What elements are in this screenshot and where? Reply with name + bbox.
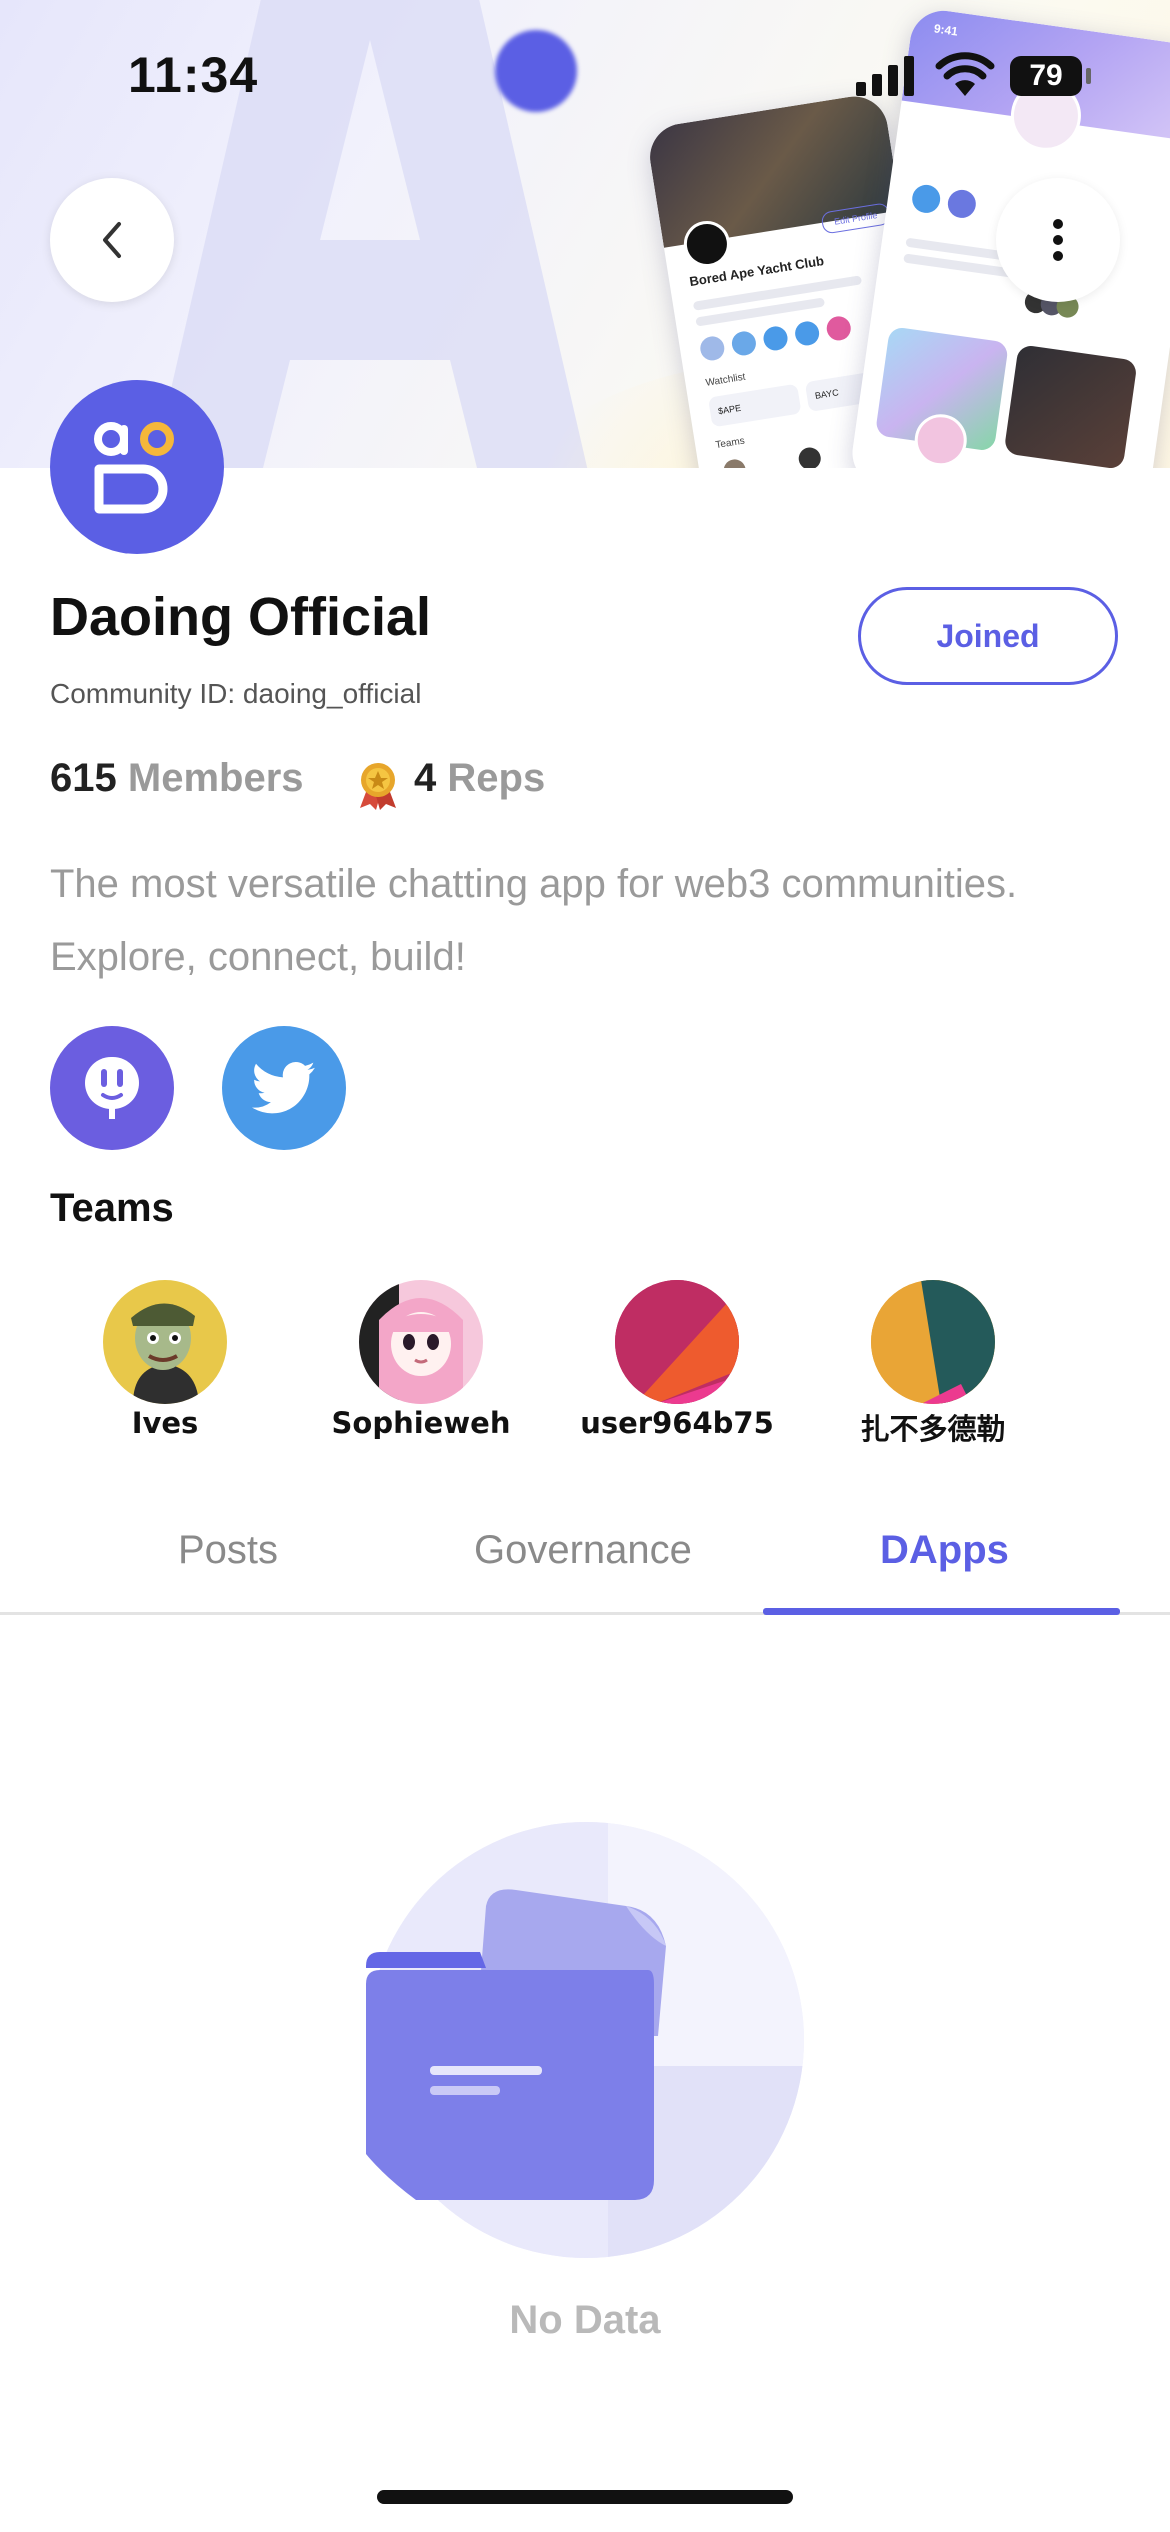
- mockup-teams: Teams: [714, 435, 746, 452]
- avatar: [615, 1280, 739, 1404]
- members-stat[interactable]: 615 Members: [50, 756, 304, 801]
- tab-governance[interactable]: Governance: [474, 1528, 692, 1573]
- folder-icon: [366, 1889, 666, 2200]
- mockup-coin: $APE: [707, 383, 802, 428]
- cellular-signal-icon: [856, 56, 914, 96]
- battery-tip: [1086, 68, 1091, 84]
- team-member[interactable]: Ives: [65, 1280, 265, 1440]
- voice-chat-button[interactable]: [50, 1026, 174, 1150]
- wifi-icon: [935, 52, 995, 96]
- status-time: 11:34: [128, 47, 259, 103]
- member-name: Sophieweh: [331, 1406, 511, 1440]
- member-name: user964b75: [580, 1406, 774, 1440]
- reps-count: 4: [414, 756, 437, 800]
- members-label: Members: [127, 756, 304, 800]
- community-id: Community ID: daoing_official: [50, 678, 422, 709]
- no-data-text: No Data: [509, 2298, 661, 2342]
- chevron-left-icon: [103, 222, 121, 258]
- banner-dot: [495, 30, 577, 112]
- member-name: Ives: [131, 1406, 199, 1440]
- team-member[interactable]: 扎不多德勒: [833, 1280, 1033, 1448]
- twitter-icon: [252, 1062, 315, 1114]
- home-indicator[interactable]: [377, 2490, 793, 2504]
- team-member[interactable]: user964b75: [577, 1280, 777, 1440]
- reps-label: Reps: [447, 756, 546, 800]
- active-tab-indicator: [763, 1608, 1120, 1615]
- tab-dapps[interactable]: DApps: [880, 1528, 1009, 1573]
- teams-title: Teams: [50, 1186, 174, 1230]
- microphone-icon: [85, 1057, 139, 1119]
- avatar: [871, 1280, 995, 1404]
- community-avatar: [50, 380, 224, 554]
- reputation-medal-icon: [360, 763, 396, 810]
- team-member[interactable]: Sophieweh: [321, 1280, 521, 1440]
- back-button[interactable]: [50, 178, 174, 302]
- more-vertical-icon: [1053, 219, 1063, 261]
- battery-indicator: 79: [1010, 56, 1082, 96]
- mockup-watchlist: Watchlist: [704, 371, 747, 389]
- member-name: 扎不多德勒: [860, 1412, 1006, 1446]
- reps-stat[interactable]: 4 Reps: [414, 756, 545, 801]
- avatar: [359, 1280, 483, 1404]
- avatar: [103, 1280, 227, 1404]
- twitter-button[interactable]: [222, 1026, 346, 1150]
- joined-button[interactable]: Joined: [858, 587, 1118, 685]
- daoing-logo-icon: [94, 422, 174, 514]
- more-options-button[interactable]: [996, 178, 1120, 302]
- community-description: The most versatile chatting app for web3…: [50, 862, 1018, 979]
- members-count: 615: [50, 756, 117, 800]
- community-name: Daoing Official: [50, 587, 432, 647]
- tab-posts[interactable]: Posts: [178, 1528, 278, 1573]
